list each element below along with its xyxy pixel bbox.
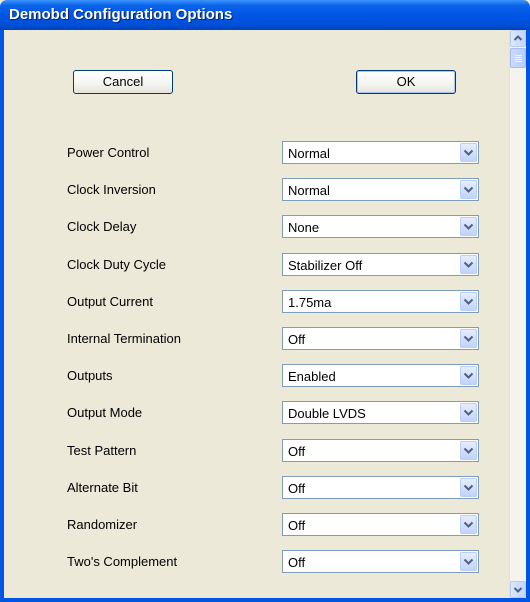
dialog-client-area: Cancel OK Power Control Normal Clock Inver… (4, 30, 526, 598)
chevron-down-icon (463, 149, 474, 156)
thumb-grip-line (515, 57, 522, 58)
dropdown-button[interactable] (460, 143, 477, 162)
option-label: Internal Termination (67, 331, 181, 346)
dropdown-button[interactable] (460, 255, 477, 274)
thumb-grip-line (515, 55, 522, 56)
dropdown-button[interactable] (460, 478, 477, 497)
chevron-down-icon (463, 223, 474, 230)
option-selected-value: Stabilizer Off (288, 258, 363, 273)
option-selected-value: Off (288, 332, 306, 347)
title-bar[interactable]: Demobd Configuration Options (0, 0, 530, 30)
chevron-down-icon (463, 372, 474, 379)
scroll-down-button[interactable] (510, 581, 526, 598)
option-dropdown[interactable]: 1.75ma (282, 290, 479, 313)
option-selected-value: None (288, 220, 320, 235)
option-label: Two's Complement (67, 554, 178, 569)
chevron-down-icon (463, 335, 474, 342)
option-dropdown[interactable]: Off (282, 550, 479, 573)
window-frame-bottom (0, 598, 530, 602)
window-frame-right (526, 30, 530, 602)
option-dropdown[interactable]: Enabled (282, 364, 479, 387)
thumb-grip-line (515, 61, 522, 62)
option-label: Outputs (67, 368, 113, 383)
thumb-grip-line (515, 59, 522, 60)
ok-button[interactable]: OK (356, 70, 456, 94)
chevron-down-icon (463, 558, 474, 565)
option-label: Power Control (67, 145, 150, 160)
option-label: Clock Inversion (67, 182, 156, 197)
option-selected-value: Enabled (288, 369, 336, 384)
option-selected-value: Normal (288, 146, 330, 161)
configuration-dialog: Demobd Configuration Options Cancel OK P… (0, 0, 530, 602)
chevron-down-icon (463, 409, 474, 416)
option-dropdown[interactable]: Off (282, 476, 479, 499)
option-selected-value: Off (288, 481, 306, 496)
dropdown-button[interactable] (460, 180, 477, 199)
option-dropdown[interactable]: Normal (282, 141, 479, 164)
option-label: Test Pattern (67, 443, 137, 458)
scroll-down-arrow-icon (513, 587, 523, 593)
scroll-up-button[interactable] (510, 30, 526, 47)
chevron-down-icon (463, 521, 474, 528)
option-selected-value: Double LVDS (288, 406, 366, 421)
dropdown-button[interactable] (460, 217, 477, 236)
option-label: Randomizer (67, 517, 138, 532)
chevron-down-icon (463, 298, 474, 305)
option-label: Alternate Bit (67, 480, 138, 495)
option-dropdown[interactable]: Off (282, 513, 479, 536)
chevron-down-icon (463, 484, 474, 491)
dropdown-button[interactable] (460, 366, 477, 385)
chevron-down-icon (463, 186, 474, 193)
chevron-down-icon (463, 447, 474, 454)
option-selected-value: Off (288, 555, 306, 570)
option-selected-value: Off (288, 444, 306, 459)
option-label: Output Mode (67, 405, 143, 420)
dropdown-button[interactable] (460, 403, 477, 422)
option-selected-value: 1.75ma (288, 295, 332, 310)
dropdown-button[interactable] (460, 552, 477, 571)
option-dropdown[interactable]: Stabilizer Off (282, 253, 479, 276)
option-label: Clock Delay (67, 219, 137, 234)
window-title: Demobd Configuration Options (9, 6, 233, 23)
scroll-thumb[interactable] (510, 48, 526, 68)
option-label: Clock Duty Cycle (67, 257, 166, 272)
option-selected-value: Off (288, 518, 306, 533)
option-label: Output Current (67, 294, 153, 309)
dropdown-button[interactable] (460, 441, 477, 460)
option-dropdown[interactable]: Off (282, 439, 479, 462)
cancel-button[interactable]: Cancel (73, 70, 173, 94)
chevron-down-icon (463, 261, 474, 268)
dropdown-button[interactable] (460, 515, 477, 534)
scroll-up-arrow-icon (513, 35, 523, 41)
option-selected-value: Normal (288, 183, 330, 198)
option-dropdown[interactable]: Double LVDS (282, 401, 479, 424)
option-dropdown[interactable]: Off (282, 327, 479, 350)
vertical-scrollbar[interactable] (509, 30, 526, 598)
option-dropdown[interactable]: None (282, 215, 479, 238)
dropdown-button[interactable] (460, 292, 477, 311)
option-dropdown[interactable]: Normal (282, 178, 479, 201)
dropdown-button[interactable] (460, 329, 477, 348)
